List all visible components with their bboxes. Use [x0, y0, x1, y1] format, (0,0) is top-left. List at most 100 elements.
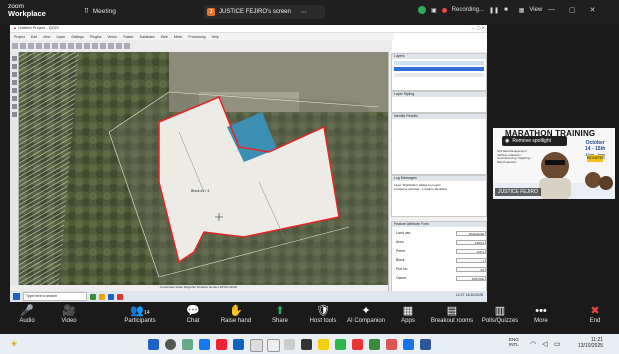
host-tools-button[interactable]: 🛡 Host tools	[306, 305, 340, 324]
share-screen-icon: ⬆	[275, 305, 285, 317]
browser-icon[interactable]	[403, 339, 414, 350]
apps-button[interactable]: ▦ Apps	[397, 305, 419, 324]
more-button[interactable]: ••• More	[530, 305, 552, 324]
add-postgis-icon[interactable]	[11, 88, 17, 93]
stop-recording-icon[interactable]: ■	[504, 7, 508, 13]
app-icon[interactable]	[284, 339, 295, 350]
add-vector-icon[interactable]	[11, 56, 17, 61]
file-explorer-icon[interactable]	[250, 339, 263, 352]
menu-vector[interactable]: Vector	[107, 35, 117, 39]
breakout-rooms-button[interactable]: ▤ Breakout rooms	[428, 305, 476, 324]
menu-edit[interactable]: Edit	[31, 35, 37, 39]
app-icon[interactable]	[352, 339, 363, 350]
measure-icon[interactable]	[76, 43, 82, 49]
polls-button[interactable]: ▥ Polls/Quizzes	[480, 305, 520, 324]
raise-hand-button[interactable]: ✋ Raise hand	[218, 305, 254, 324]
captions-icon[interactable]: ▣	[431, 7, 437, 14]
battery-icon[interactable]: ▭	[554, 340, 561, 348]
view-button[interactable]: View	[529, 7, 542, 13]
undo-icon[interactable]	[108, 43, 114, 49]
ai-companion-button[interactable]: ✦ AI Companion	[344, 305, 388, 324]
chat-button[interactable]: 💬 Chat	[180, 305, 206, 324]
powerpoint-icon[interactable]	[386, 339, 397, 350]
menu-raster[interactable]: Raster	[123, 35, 133, 39]
zoom-in-icon[interactable]	[44, 43, 50, 49]
map-canvas[interactable]: Block #1 / 4	[19, 52, 388, 285]
select-icon[interactable]	[68, 43, 74, 49]
menu-web[interactable]: Web	[161, 35, 168, 39]
menu-processing[interactable]: Processing	[188, 35, 205, 39]
layer-row[interactable]	[394, 61, 484, 65]
menu-plugins[interactable]: Plugins	[90, 35, 101, 39]
audio-button[interactable]: 🎤 Audio	[14, 305, 40, 324]
app-icon[interactable]	[117, 293, 123, 300]
temp-layer-icon[interactable]	[11, 112, 17, 117]
menu-settings[interactable]: Settings	[71, 35, 84, 39]
save-icon[interactable]	[28, 43, 34, 49]
end-button[interactable]: ✖ End	[585, 305, 605, 324]
menu-layer[interactable]: Layer	[56, 35, 65, 39]
qgis-icon[interactable]	[369, 339, 380, 350]
add-raster-icon[interactable]	[11, 64, 17, 69]
close-icon[interactable]: ✕	[590, 6, 596, 14]
system-clock[interactable]: 11:21 13/10/2025	[578, 337, 603, 349]
edit-icon[interactable]	[84, 43, 90, 49]
wps-icon[interactable]	[216, 339, 227, 350]
video-button[interactable]: 🎥 Video	[56, 305, 82, 324]
label-icon[interactable]	[124, 43, 130, 49]
folder-icon[interactable]	[99, 293, 105, 300]
windows-start-icon[interactable]	[148, 339, 159, 350]
new-layer-icon[interactable]	[11, 104, 17, 109]
edge-icon[interactable]	[108, 293, 114, 300]
menu-mesh[interactable]: Mesh	[174, 35, 183, 39]
minimize-icon[interactable]: —	[548, 6, 555, 14]
notes-icon[interactable]	[318, 339, 329, 350]
zoom-out-icon[interactable]	[52, 43, 58, 49]
security-shield-icon[interactable]	[418, 6, 426, 14]
qgis-window-controls[interactable]: — ▢ ✕	[472, 25, 485, 30]
store-icon[interactable]	[267, 339, 280, 352]
edge-icon[interactable]	[199, 339, 210, 350]
menu-database[interactable]: Database	[140, 35, 155, 39]
digitize-icon[interactable]	[92, 43, 98, 49]
spotlight-icon: ◉	[505, 138, 510, 144]
participant-video-tile[interactable]: MARATHON TRAINING ◉ Remove spotlight Oct…	[493, 128, 615, 199]
wifi-icon[interactable]: ◠	[530, 340, 536, 348]
menu-project[interactable]: Project	[14, 35, 25, 39]
meeting-menu-button[interactable]: ⠿ Meeting	[84, 7, 116, 16]
identify-icon[interactable]	[60, 43, 66, 49]
menu-help[interactable]: Help	[212, 35, 219, 39]
language-indicator[interactable]: ENG INTL	[509, 337, 519, 347]
weather-icon[interactable]: ☀	[10, 339, 22, 349]
more-options-icon[interactable]: ⋯	[301, 9, 307, 16]
terminal-icon[interactable]	[301, 339, 312, 350]
grid-icon[interactable]: ▦	[519, 7, 525, 14]
volume-icon[interactable]: ◁	[542, 340, 547, 348]
pan-icon[interactable]	[36, 43, 42, 49]
search-icon[interactable]	[165, 339, 176, 350]
share-button[interactable]: ⬆ Share	[268, 305, 292, 324]
qgis-window-title: Untitled Project - QGIS	[18, 25, 59, 30]
windows-start-icon[interactable]	[13, 293, 20, 300]
remove-spotlight-button[interactable]: ◉ Remove spotlight	[502, 136, 567, 146]
whatsapp-icon[interactable]	[335, 339, 346, 350]
screen-share-banner[interactable]: J JUSTICE FEJIRO's screen ⋯	[204, 5, 325, 19]
word-icon[interactable]	[420, 339, 431, 350]
redo-icon[interactable]	[116, 43, 122, 49]
task-view-icon[interactable]	[182, 339, 193, 350]
layer-row[interactable]	[394, 73, 484, 77]
qgis-taskbar-icon[interactable]	[90, 293, 96, 300]
layer-row-selected[interactable]	[394, 67, 484, 71]
menu-view[interactable]: View	[43, 35, 51, 39]
pause-recording-icon[interactable]: ❚❚	[489, 7, 499, 14]
remote-search-box[interactable]: Type here to search	[23, 292, 87, 301]
add-wms-icon[interactable]	[11, 80, 17, 85]
new-project-icon[interactable]	[12, 43, 18, 49]
add-spatialite-icon[interactable]	[11, 96, 17, 101]
vertex-icon[interactable]	[100, 43, 106, 49]
add-csv-icon[interactable]	[11, 72, 17, 77]
open-icon[interactable]	[20, 43, 26, 49]
maximize-icon[interactable]: ▢	[569, 6, 576, 14]
zoom-taskbar-icon[interactable]	[233, 339, 244, 350]
participants-button[interactable]: 👥14 Participants	[118, 305, 162, 324]
